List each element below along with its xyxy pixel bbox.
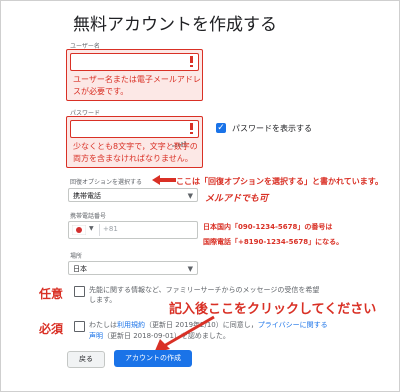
recovery-option-select[interactable]: 携帯電話 ▼ <box>68 188 198 202</box>
privacy-link-continued[interactable]: 声明 <box>89 332 103 340</box>
messages-opt-in-checkbox[interactable] <box>74 286 85 297</box>
required-tag: 必須 <box>39 322 64 336</box>
recovery-selected-value: 携帯電話 <box>73 192 101 200</box>
location-selected-value: 日本 <box>73 265 87 273</box>
phone-label: 携帯電話番号 <box>70 213 107 220</box>
recovery-annotation: ここは「回復オプションを選択する」と書かれています。 <box>176 177 383 186</box>
privacy-link[interactable]: プライバシーに関する <box>258 321 328 329</box>
terms-text-prefix: わたしは <box>89 321 117 329</box>
location-label: 場所 <box>70 253 83 260</box>
country-code-picker[interactable]: ▼ <box>71 224 100 236</box>
show-password-checkbox[interactable]: ✓ <box>216 123 226 133</box>
optional-tag: 任意 <box>39 287 64 301</box>
japan-flag-icon <box>72 225 86 235</box>
messages-opt-in-line1: 先能に関する情報など、ファミリーサーチからのメッセージの受信を希望 <box>89 286 320 294</box>
username-input[interactable] <box>70 53 199 71</box>
password-error-panel: 少なくとも8文字で，文字と数字の 両方を含まなければなりません。 <box>66 116 203 168</box>
recovery-label: 回復オプションを選択する <box>70 179 143 186</box>
phone-country-code: +81 <box>103 225 118 233</box>
password-input[interactable] <box>70 120 199 147</box>
chevron-down-icon: ▼ <box>89 225 94 232</box>
terms-agree-checkbox[interactable] <box>74 321 85 332</box>
recovery-email-note: メルアドでも可 <box>205 194 269 204</box>
location-select[interactable]: 日本 ▼ <box>68 261 198 275</box>
page-title: 無料アカウントを作成する <box>73 15 277 35</box>
chevron-down-icon: ▼ <box>187 192 193 200</box>
phone-annotation-line2: 国際電話「+8190-1234-5678」になる。 <box>203 238 344 246</box>
phone-annotation-line1: 日本国内「090-1234-5678」の番号は <box>203 223 333 231</box>
username-error-line2: スが必要です。 <box>73 87 129 96</box>
messages-opt-in-line2: します。 <box>89 296 117 304</box>
password-error-line2: 両方を含まなければなりません。 <box>73 154 193 163</box>
terms-link[interactable]: 利用規約 <box>117 321 145 329</box>
username-error-panel: ユーザー名または電子メールアドレ スが必要です。 <box>66 49 203 101</box>
arrow-left-icon <box>152 175 176 185</box>
error-icon <box>190 123 193 134</box>
phone-input[interactable]: ▼ +81 <box>68 221 198 239</box>
chevron-down-icon: ▼ <box>187 265 193 273</box>
create-account-button[interactable]: アカウントの作成 <box>114 350 192 367</box>
error-icon <box>190 56 193 67</box>
back-button[interactable]: 戻る <box>67 351 105 368</box>
show-password-label: パスワードを表示する <box>232 124 312 133</box>
